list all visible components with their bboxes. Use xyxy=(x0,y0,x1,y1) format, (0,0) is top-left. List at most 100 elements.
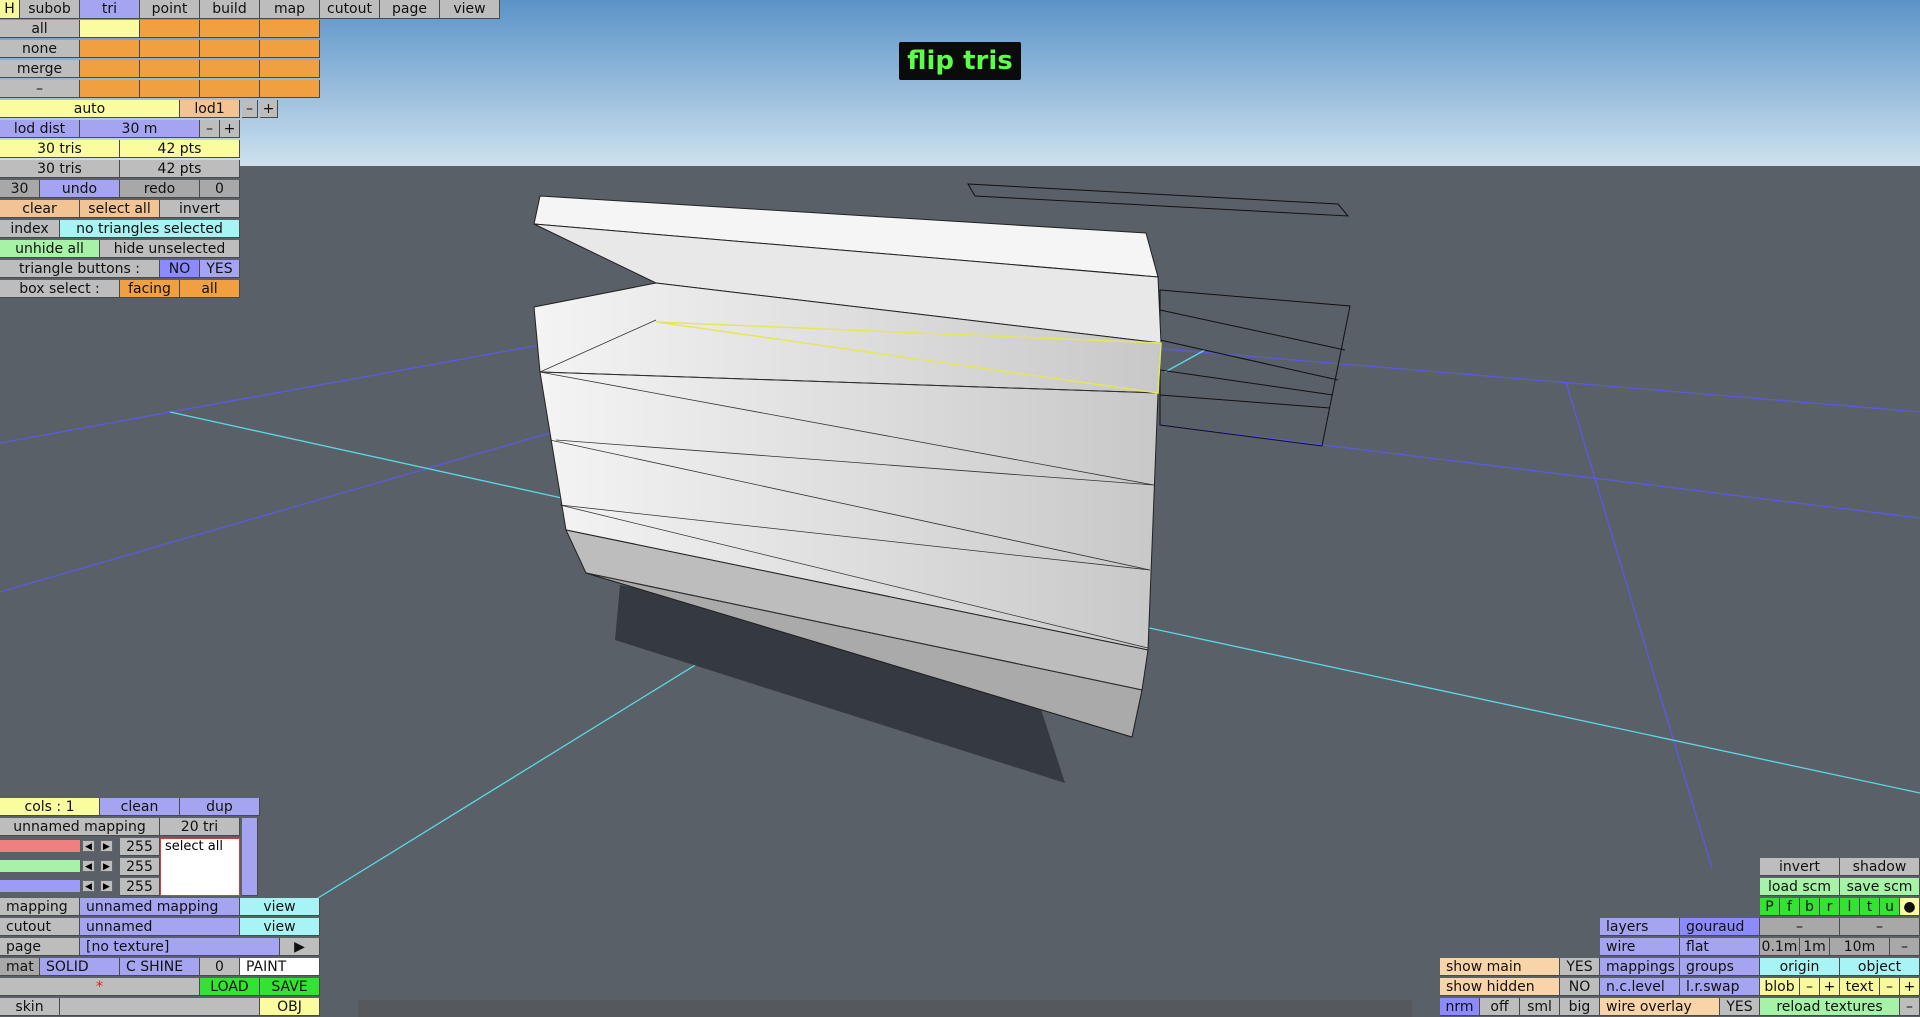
lod-auto-button[interactable]: auto xyxy=(0,100,180,118)
group-slot[interactable] xyxy=(260,40,320,58)
wire-button[interactable]: wire xyxy=(1600,938,1680,956)
lod-dist-plus[interactable]: + xyxy=(220,120,240,138)
reload-minus-button[interactable]: – xyxy=(1900,998,1920,1016)
paint-button[interactable]: PAINT xyxy=(240,958,320,976)
lod-plus-button[interactable]: + xyxy=(260,100,278,118)
green-left-arrow[interactable]: ◀ xyxy=(82,860,95,872)
group-slot[interactable] xyxy=(80,40,140,58)
lr-swap-button[interactable]: l.r.swap xyxy=(1680,978,1760,996)
blue-left-arrow[interactable]: ◀ xyxy=(82,880,95,892)
show-main-label[interactable]: show main xyxy=(1440,958,1560,976)
skin-button[interactable]: skin xyxy=(0,998,60,1016)
save-scm-button[interactable]: save scm xyxy=(1840,878,1920,896)
load-scm-button[interactable]: load scm xyxy=(1760,878,1840,896)
unhide-all-button[interactable]: unhide all xyxy=(0,240,100,258)
lod-dist-value[interactable]: 30 m xyxy=(80,120,200,138)
nrm-button[interactable]: nrm xyxy=(1440,998,1480,1016)
select-all-tris-button[interactable]: select all xyxy=(80,200,160,218)
mapping-value[interactable]: unnamed mapping xyxy=(80,898,240,916)
invert-view-button[interactable]: invert xyxy=(1760,858,1840,876)
dash-button[interactable]: – xyxy=(0,80,80,98)
viewport-3d[interactable] xyxy=(0,0,1920,1017)
blob-minus[interactable]: – xyxy=(1800,978,1820,996)
mat-cshine[interactable]: C SHINE xyxy=(120,958,200,976)
obj-button[interactable]: OBJ xyxy=(260,998,320,1016)
triangle-buttons-yes[interactable]: YES xyxy=(200,260,240,278)
off-button[interactable]: off xyxy=(1480,998,1520,1016)
view-b[interactable]: b xyxy=(1800,898,1820,916)
layers-button[interactable]: layers xyxy=(1600,918,1680,936)
mapping-list-select-all[interactable]: select all xyxy=(165,839,223,854)
green-right-arrow[interactable]: ▶ xyxy=(100,860,113,872)
group-slot[interactable] xyxy=(140,60,200,78)
box-select-facing[interactable]: facing xyxy=(120,280,180,298)
menu-cutout[interactable]: cutout xyxy=(320,0,380,19)
mat-solid[interactable]: SOLID xyxy=(40,958,120,976)
hide-unselected-button[interactable]: hide unselected xyxy=(100,240,240,258)
text-minus[interactable]: – xyxy=(1880,978,1900,996)
view-p[interactable]: P xyxy=(1760,898,1780,916)
view-dot[interactable]: ● xyxy=(1900,898,1920,916)
mapping-name[interactable]: unnamed mapping xyxy=(0,818,160,836)
blob-plus[interactable]: + xyxy=(1820,978,1840,996)
skin-field[interactable] xyxy=(60,998,260,1016)
mapping-list[interactable]: select all xyxy=(160,838,240,896)
group-slot[interactable] xyxy=(80,80,140,98)
group-slot[interactable] xyxy=(140,80,200,98)
group-slot[interactable] xyxy=(140,40,200,58)
undo-button[interactable]: undo xyxy=(40,180,120,198)
merge-button[interactable]: merge xyxy=(0,60,80,78)
menu-subob[interactable]: subob xyxy=(20,0,80,19)
text-button[interactable]: text xyxy=(1840,978,1880,996)
box-select-all[interactable]: all xyxy=(180,280,240,298)
red-right-arrow[interactable]: ▶ xyxy=(100,840,113,852)
gouraud-button[interactable]: gouraud xyxy=(1680,918,1760,936)
nc-level-button[interactable]: n.c.level xyxy=(1600,978,1680,996)
clean-button[interactable]: clean xyxy=(100,798,180,816)
show-main-toggle[interactable]: YES xyxy=(1560,958,1600,976)
lod-minus-button[interactable]: – xyxy=(242,100,258,118)
lod-name[interactable]: lod1 xyxy=(180,100,240,118)
group-slot[interactable] xyxy=(200,20,260,38)
show-hidden-label[interactable]: show hidden xyxy=(1440,978,1560,996)
group-slot[interactable] xyxy=(260,80,320,98)
origin-button[interactable]: origin xyxy=(1760,958,1840,976)
clear-button[interactable]: clear xyxy=(0,200,80,218)
page-value[interactable]: [no texture] xyxy=(80,938,280,956)
save-button[interactable]: SAVE xyxy=(260,978,320,996)
mapping-view-button[interactable]: view xyxy=(240,898,320,916)
menu-tri[interactable]: tri xyxy=(80,0,140,19)
group-slot[interactable] xyxy=(80,60,140,78)
mappings-button[interactable]: mappings xyxy=(1600,958,1680,976)
menu-view[interactable]: view xyxy=(440,0,500,19)
red-left-arrow[interactable]: ◀ xyxy=(82,840,95,852)
view-t[interactable]: t xyxy=(1860,898,1880,916)
group-slot[interactable] xyxy=(260,20,320,38)
dup-button[interactable]: dup xyxy=(180,798,260,816)
mapping-scrollbar[interactable] xyxy=(242,818,258,896)
cutout-value[interactable]: unnamed xyxy=(80,918,240,936)
sml-button[interactable]: sml xyxy=(1520,998,1560,1016)
grid-dash[interactable]: – xyxy=(1890,938,1920,956)
menu-map[interactable]: map xyxy=(260,0,320,19)
reload-textures-button[interactable]: reload textures xyxy=(1760,998,1900,1016)
select-all-button[interactable]: all xyxy=(0,20,80,38)
invert-button[interactable]: invert xyxy=(160,200,240,218)
index-button[interactable]: index xyxy=(0,220,60,238)
big-button[interactable]: big xyxy=(1560,998,1600,1016)
text-plus[interactable]: + xyxy=(1900,978,1920,996)
load-button[interactable]: LOAD xyxy=(200,978,260,996)
view-f[interactable]: f xyxy=(1780,898,1800,916)
grid-01m[interactable]: 0.1m xyxy=(1760,938,1800,956)
group-slot[interactable] xyxy=(140,20,200,38)
group-slot[interactable] xyxy=(80,20,140,38)
group-slot[interactable] xyxy=(200,80,260,98)
cutout-view-button[interactable]: view xyxy=(240,918,320,936)
select-none-button[interactable]: none xyxy=(0,40,80,58)
grid-1m[interactable]: 1m xyxy=(1800,938,1830,956)
groups-button[interactable]: groups xyxy=(1680,958,1760,976)
menu-build[interactable]: build xyxy=(200,0,260,19)
group-slot[interactable] xyxy=(260,60,320,78)
group-slot[interactable] xyxy=(200,40,260,58)
view-u[interactable]: u xyxy=(1880,898,1900,916)
